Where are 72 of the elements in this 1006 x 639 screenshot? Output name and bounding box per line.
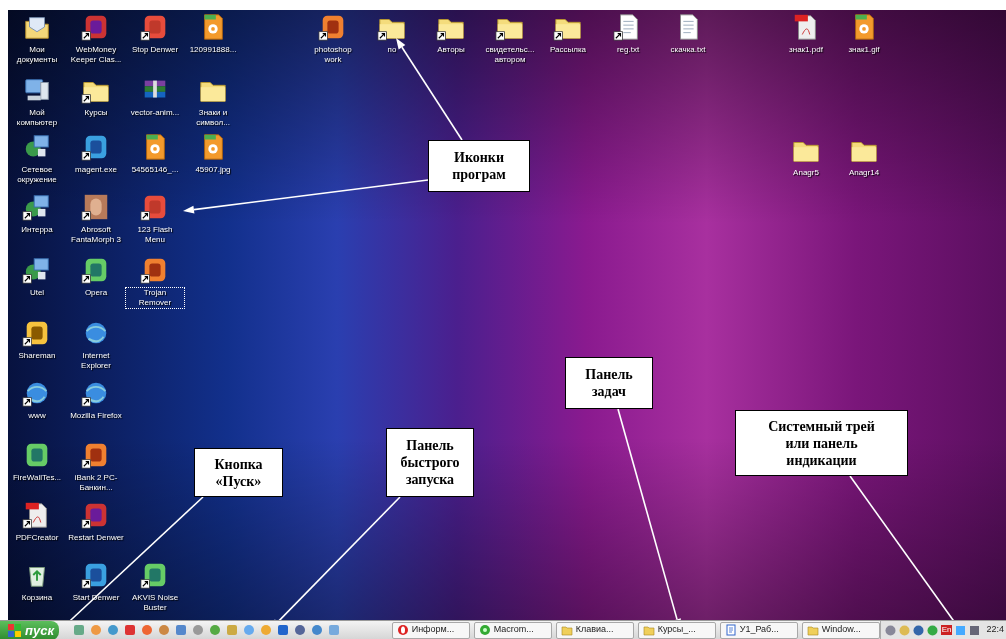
icon-label[interactable]: Stop Denwer [129,44,181,56]
quick-launch-icon[interactable] [174,624,187,636]
quick-launch-icon[interactable] [106,624,119,636]
icon-label[interactable]: Интерра [19,224,55,236]
callout-label: Иконки програм [428,140,530,192]
icon-label[interactable]: 120991888... [187,44,239,56]
icon-label[interactable]: Мой компьютер [7,107,67,129]
tray-icon[interactable] [884,624,896,636]
icon-label[interactable]: Корзина [19,592,55,604]
icon-label[interactable]: Mozilla Firefox [68,410,124,422]
quick-launch-icon[interactable] [276,624,289,636]
icon-label[interactable]: AKVIS Noise Buster [125,592,185,614]
network-computer-icon[interactable] [22,192,52,222]
icon-label[interactable]: Opera [82,287,110,299]
icon-label[interactable]: Anagr14 [846,167,882,179]
clock: 22:4 [986,623,1004,637]
quick-launch-icon[interactable] [293,624,306,636]
folder-icon [560,624,573,636]
quick-launch-icon[interactable] [123,624,136,636]
icon-label[interactable]: Restart Denwer [66,532,126,544]
folder-icon [806,624,819,636]
icon-label[interactable]: скачка.txt [668,44,708,56]
icon-label[interactable]: magent.exe [73,164,119,176]
document-icon [724,624,737,636]
callout-label: Кнопка «Пуск» [194,448,283,497]
taskbar-button[interactable]: Курсы_... [637,621,716,639]
callout-label: Системный трей или панель индикации [735,410,908,476]
icon-label[interactable]: Рассылка [547,44,589,56]
icon-label[interactable]: www [26,410,48,422]
taskbar-button[interactable]: Клавиа... [555,621,634,639]
icon-label[interactable]: 45907.jpg [193,164,233,176]
quick-launch-icon[interactable] [310,624,323,636]
icon-label[interactable]: Знаки и символ... [183,107,243,129]
icon-label[interactable]: Trojan Remover [125,287,185,309]
icon-label[interactable]: iBank 2 PC-Банкин... [66,472,126,494]
callout-label: Панель быстрого запуска [386,428,474,497]
icon-label[interactable]: Сетевое окружение [7,164,67,186]
icon-label[interactable]: Курсы [82,107,110,119]
quick-launch-icon[interactable] [140,624,153,636]
taskbar-button[interactable]: Macrom... [473,621,552,639]
windows-logo-icon [8,623,21,637]
icon-label[interactable]: vector-anim... [128,107,182,119]
icon-label[interactable]: Utel [27,287,47,299]
circle-logo-icon [478,624,491,636]
icon-label[interactable]: знак1.gif [846,44,882,56]
taskbar-button[interactable]: Информ... [391,621,470,639]
icon-label[interactable]: по [385,44,399,56]
icon-label[interactable]: Internet Explorer [66,350,126,372]
callout-label: Панель задач [565,357,653,409]
icon-label[interactable]: reg.txt [614,44,642,56]
icon-label[interactable]: Abrosoft FantaMorph 3 [66,224,126,246]
network-computer-icon[interactable] [22,255,52,285]
folder-icon [642,624,655,636]
tray-icon[interactable] [969,624,981,636]
icon-label[interactable]: PDFCreator [13,532,61,544]
tray-icon[interactable] [912,624,924,636]
language-indicator[interactable]: En [940,625,953,635]
icon-label[interactable]: 123 Flash Menu [125,224,185,246]
icon-label[interactable]: Авторы [435,44,467,56]
icon-label[interactable]: photoshop work [303,44,363,66]
icon-label[interactable]: WebMoney Keeper Clas... [66,44,126,66]
icon-label[interactable]: знак1.pdf [787,44,825,56]
icon-label[interactable]: Мои документы [7,44,67,66]
icon-label[interactable]: свидетельс... автором [480,44,540,66]
quick-launch-icon[interactable] [157,624,170,636]
icon-label[interactable]: Anagr5 [791,167,821,179]
icon-label[interactable]: 54565146_... [129,164,181,176]
taskbar-button[interactable]: Window... [801,621,880,639]
icon-label[interactable]: FireWallTes... [10,472,64,484]
opera-logo-icon [396,624,409,636]
taskbar-button[interactable]: У1_Раб... [719,621,798,639]
icon-label[interactable]: Shareman [16,350,58,362]
